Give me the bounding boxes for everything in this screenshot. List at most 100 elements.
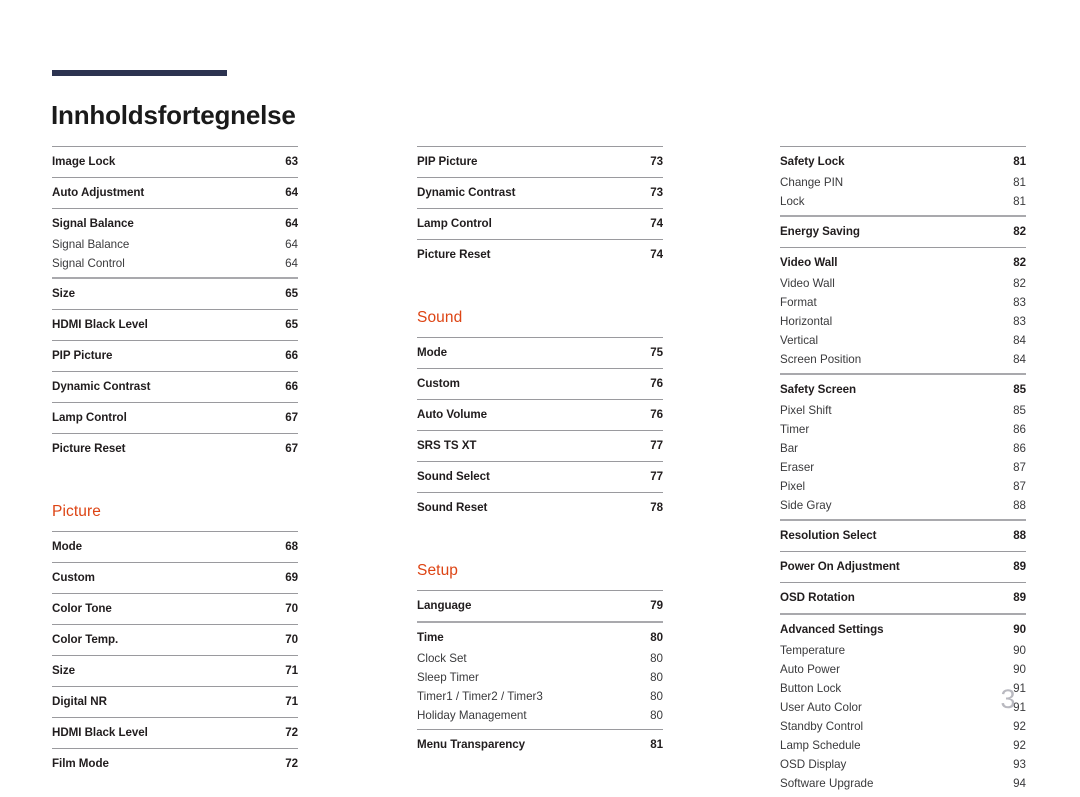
toc-entry-label: Clock Set	[417, 651, 467, 665]
toc-subentry[interactable]: Timer 86	[780, 420, 1026, 439]
toc-entry[interactable]: Lamp Control 74	[417, 213, 663, 235]
toc-entry[interactable]: Mode 68	[52, 536, 298, 558]
toc-subentry[interactable]: OSD Display 93	[780, 755, 1026, 774]
toc-entry-page-number: 78	[650, 501, 663, 514]
toc-entry-page-number: 84	[1013, 333, 1026, 347]
toc-entry[interactable]: Energy Saving 82	[780, 221, 1026, 243]
toc-subentry[interactable]: Screen Position 84	[780, 350, 1026, 369]
toc-entry-label: Lamp Control	[417, 217, 492, 230]
toc-entry[interactable]: Digital NR 71	[52, 691, 298, 713]
toc-subentry[interactable]: Lamp Schedule 92	[780, 736, 1026, 755]
toc-entry-page-number: 88	[1013, 529, 1026, 542]
toc-entry-page-number: 89	[1013, 560, 1026, 573]
toc-page: Innholdsfortegnelse Image Lock 63 Auto Adj…	[0, 0, 1080, 790]
toc-entry[interactable]: Safety Lock 81	[780, 151, 1026, 173]
toc-group: Film Mode 72	[52, 748, 298, 779]
toc-entry[interactable]: HDMI Black Level 72	[52, 722, 298, 744]
toc-group: Color Tone 70	[52, 593, 298, 624]
toc-entry[interactable]: Film Mode 72	[52, 753, 298, 775]
toc-subentry[interactable]: Signal Control 64	[52, 254, 298, 273]
toc-entry[interactable]: Mode 75	[417, 342, 663, 364]
toc-group: Dynamic Contrast 66	[52, 371, 298, 402]
toc-subentry[interactable]: Temperature 90	[780, 641, 1026, 660]
toc-entry[interactable]: Picture Reset 74	[417, 244, 663, 266]
toc-entry[interactable]: Dynamic Contrast 73	[417, 182, 663, 204]
toc-entry[interactable]: Color Tone 70	[52, 598, 298, 620]
toc-group: Image Lock 63	[52, 146, 298, 177]
toc-subentry[interactable]: Timer1 / Timer2 / Timer3 80	[417, 687, 663, 706]
toc-entry[interactable]: Custom 76	[417, 373, 663, 395]
toc-entry[interactable]: Size 71	[52, 660, 298, 682]
toc-entry[interactable]: Safety Screen 85	[780, 379, 1026, 401]
toc-entry[interactable]: Video Wall 82	[780, 252, 1026, 274]
toc-subentry[interactable]: Horizontal 83	[780, 312, 1026, 331]
toc-entry[interactable]: PIP Picture 66	[52, 345, 298, 367]
toc-subentry[interactable]: Lock 81	[780, 192, 1026, 211]
toc-entry-page-number: 67	[285, 442, 298, 455]
toc-subentry[interactable]: Holiday Management 80	[417, 706, 663, 725]
toc-group: Video Wall 82 Video Wall 82 Format 83 Horizont…	[780, 247, 1026, 373]
toc-entry[interactable]: Signal Balance 64	[52, 213, 298, 235]
toc-subentry[interactable]: Change PIN 81	[780, 173, 1026, 192]
toc-entry-label: Dynamic Contrast	[52, 380, 151, 393]
toc-entry-label: Software Upgrade	[780, 776, 874, 790]
toc-entry-label: Auto Power	[780, 662, 840, 676]
toc-entry[interactable]: Sound Select 77	[417, 466, 663, 488]
toc-entry[interactable]: PIP Picture 73	[417, 151, 663, 173]
toc-group: Language 79	[417, 590, 663, 621]
toc-entry[interactable]: OSD Rotation 89	[780, 587, 1026, 609]
toc-entry-page-number: 67	[285, 411, 298, 424]
toc-entry-label: Power On Adjustment	[780, 560, 900, 573]
toc-entry-label: Sleep Timer	[417, 670, 479, 684]
toc-entry-page-number: 69	[285, 571, 298, 584]
toc-entry-page-number: 65	[285, 287, 298, 300]
toc-entry-label: Lock	[780, 194, 805, 208]
toc-group: SRS TS XT 77	[417, 430, 663, 461]
toc-entry[interactable]: Power On Adjustment 89	[780, 556, 1026, 578]
toc-subentry[interactable]: Side Gray 88	[780, 496, 1026, 515]
toc-subentry[interactable]: Standby Control 92	[780, 717, 1026, 736]
toc-subentry[interactable]: Bar 86	[780, 439, 1026, 458]
toc-entry[interactable]: Image Lock 63	[52, 151, 298, 173]
toc-entry[interactable]: Picture Reset 67	[52, 438, 298, 460]
toc-subentry[interactable]: Pixel Shift 85	[780, 401, 1026, 420]
toc-entry[interactable]: Menu Transparency 81	[417, 734, 663, 756]
toc-entry[interactable]: Size 65	[52, 283, 298, 305]
toc-subentry[interactable]: Pixel 87	[780, 477, 1026, 496]
toc-entry-label: Size	[52, 287, 75, 300]
toc-subentry[interactable]: Format 83	[780, 293, 1026, 312]
toc-group: Size 65	[52, 277, 298, 309]
toc-subentry[interactable]: Auto Power 90	[780, 660, 1026, 679]
toc-entry-page-number: 92	[1013, 719, 1026, 733]
toc-entry-label: Mode	[52, 540, 83, 553]
toc-entry[interactable]: Resolution Select 88	[780, 525, 1026, 547]
toc-entry[interactable]: SRS TS XT 77	[417, 435, 663, 457]
toc-subentry[interactable]: Vertical 84	[780, 331, 1026, 350]
toc-entry[interactable]: Language 79	[417, 595, 663, 617]
toc-group: Sound Select 77	[417, 461, 663, 492]
toc-subentry[interactable]: Video Wall 82	[780, 274, 1026, 293]
toc-entry[interactable]: Lamp Control 67	[52, 407, 298, 429]
toc-entry[interactable]: Time 80	[417, 627, 663, 649]
toc-entry[interactable]: Sound Reset 78	[417, 497, 663, 519]
toc-subentry[interactable]: Signal Balance 64	[52, 235, 298, 254]
toc-subentry[interactable]: Sleep Timer 80	[417, 668, 663, 687]
toc-subentry[interactable]: Eraser 87	[780, 458, 1026, 477]
toc-entry-page-number: 80	[650, 708, 663, 722]
toc-entry[interactable]: Advanced Settings 90	[780, 619, 1026, 641]
toc-entry-label: SRS TS XT	[417, 439, 477, 452]
toc-entry-page-number: 76	[650, 377, 663, 390]
toc-entry[interactable]: Custom 69	[52, 567, 298, 589]
toc-entry[interactable]: Auto Volume 76	[417, 404, 663, 426]
toc-entry-label: Resolution Select	[780, 529, 877, 542]
toc-entry-label: Safety Lock	[780, 155, 845, 168]
toc-subentry[interactable]: Software Upgrade 94	[780, 774, 1026, 793]
toc-entry-label: Digital NR	[52, 695, 107, 708]
toc-entry-page-number: 72	[285, 726, 298, 739]
toc-group: HDMI Black Level 65	[52, 309, 298, 340]
toc-entry[interactable]: Dynamic Contrast 66	[52, 376, 298, 398]
toc-entry[interactable]: Color Temp. 70	[52, 629, 298, 651]
toc-entry[interactable]: HDMI Black Level 65	[52, 314, 298, 336]
toc-entry[interactable]: Auto Adjustment 64	[52, 182, 298, 204]
toc-subentry[interactable]: Clock Set 80	[417, 649, 663, 668]
